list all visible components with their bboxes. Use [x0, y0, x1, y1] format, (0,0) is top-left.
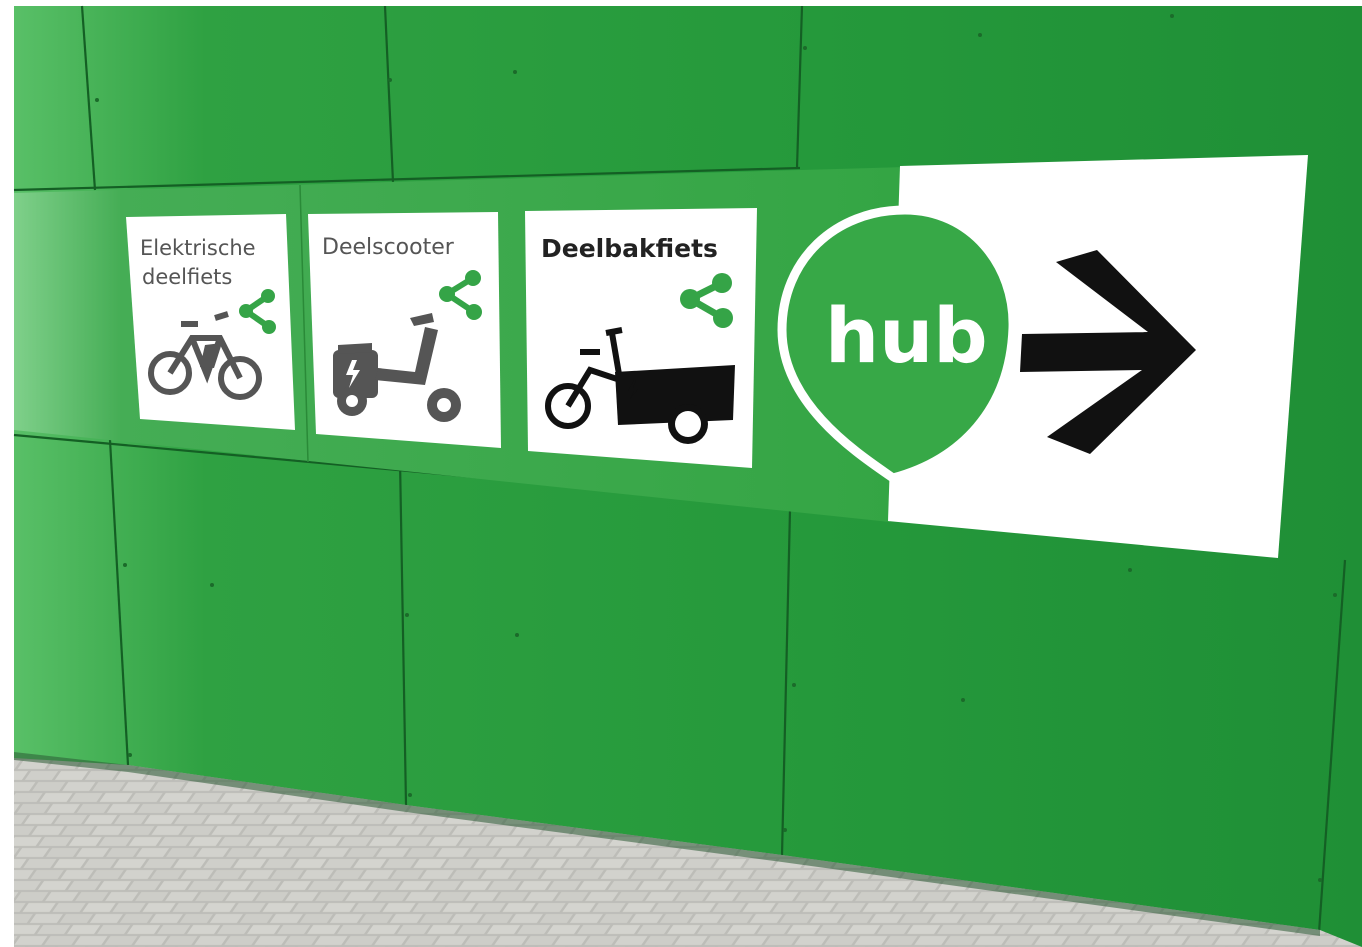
hub-label: hub [825, 291, 988, 380]
tile-scooter: Deelscooter [308, 212, 501, 448]
tile-label-line1: Elektrische [140, 236, 256, 260]
photo-scene: Elektrische deelfiets Deelscooter Deelba… [0, 0, 1362, 947]
tile-label-line2: deelfiets [142, 265, 232, 289]
tile-label: Deelbakfiets [541, 234, 718, 263]
tile-cargo-bike: Deelbakfiets [525, 208, 757, 468]
tile-label: Deelscooter [322, 235, 455, 260]
tile-electric-bike: Elektrische deelfiets [126, 214, 295, 430]
